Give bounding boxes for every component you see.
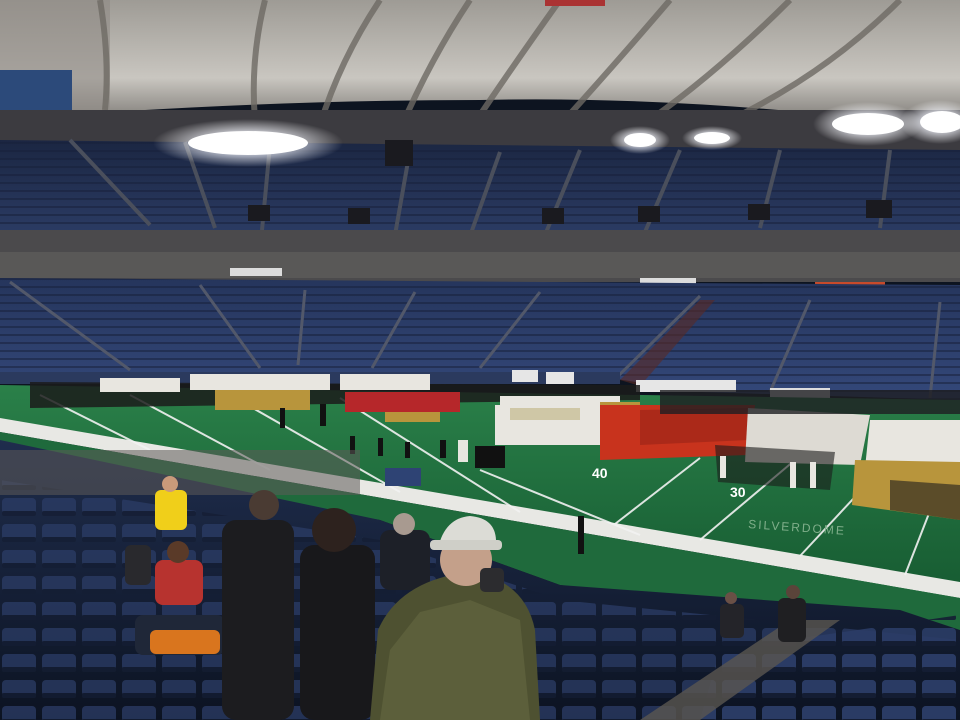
stadium-illustration: 40 30 SILVERDOME: [0, 0, 960, 720]
stadium-photo: 40 30 SILVERDOME: [0, 0, 960, 720]
scoreboard-sign: [0, 70, 72, 110]
upper-seating: [0, 138, 960, 240]
yard-number-30: 30: [730, 484, 746, 500]
yard-number-40: 40: [592, 465, 608, 481]
roof-banner: [545, 0, 605, 6]
